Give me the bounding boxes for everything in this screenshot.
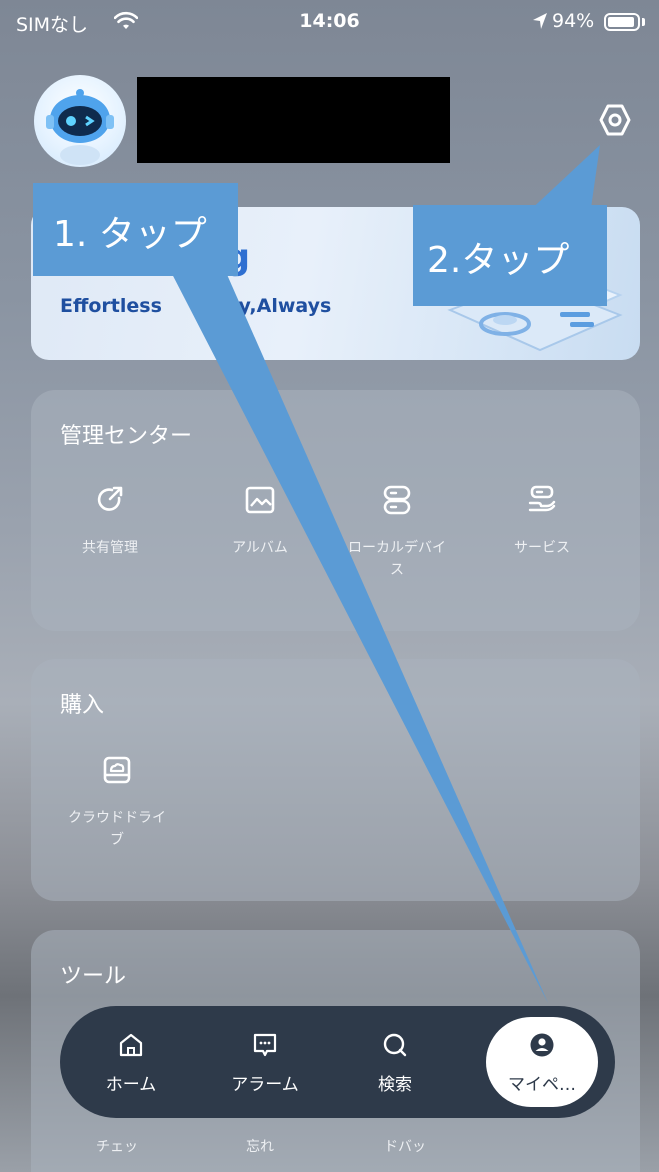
home-icon	[119, 1033, 143, 1057]
search-icon	[383, 1033, 407, 1057]
callout-step-1: 1. タップ	[33, 183, 238, 276]
grid-item-cloud-drive[interactable]: クラウドドライ ブ	[42, 755, 192, 851]
battery-icon	[604, 13, 640, 31]
message-icon	[253, 1033, 277, 1057]
grid-item-label: ローカルデバイ ス	[348, 540, 446, 578]
server-icon	[383, 485, 411, 515]
settings-button[interactable]	[590, 95, 640, 145]
battery-percent: 94%	[552, 10, 595, 32]
tab-my-page[interactable]: マイペ…	[481, 1006, 603, 1118]
management-center-title: 管理センター	[60, 424, 193, 449]
tools-item-label-partial[interactable]: 忘れ	[185, 1136, 335, 1156]
tools-item-label-partial[interactable]: チェッ	[42, 1136, 192, 1156]
cloud-drive-icon	[103, 756, 131, 784]
callout-step-1-text: 1. タップ	[53, 214, 207, 255]
purchase-title: 購入	[60, 693, 105, 718]
tab-label: マイペ…	[508, 1075, 576, 1095]
avatar[interactable]	[34, 75, 126, 167]
tools-item-label-partial[interactable]: ドバッ	[330, 1136, 480, 1156]
robot-avatar-icon	[46, 89, 114, 165]
banner-subtitle-right: urity,Always	[200, 295, 332, 317]
tab-label: アラーム	[231, 1075, 299, 1095]
grid-item-album[interactable]: アルバム	[185, 485, 335, 559]
tab-search[interactable]: 検索	[334, 1006, 456, 1118]
grid-item-label: 共有管理	[82, 540, 138, 556]
grid-item-label: クラウドドライ ブ	[68, 810, 166, 848]
grid-item-share-management[interactable]: 共有管理	[35, 485, 185, 559]
battery-cap	[642, 18, 645, 26]
grid-item-local-device[interactable]: ローカルデバイ ス	[322, 485, 472, 581]
location-arrow-icon	[533, 13, 547, 29]
service-hand-icon	[528, 485, 556, 512]
image-icon	[245, 486, 275, 514]
battery-level-fill	[608, 17, 634, 27]
banner-subtitle-left: Effortless	[60, 295, 162, 317]
tab-label: ホーム	[105, 1075, 157, 1095]
grid-item-label: サービス	[514, 540, 570, 556]
tab-alarm[interactable]: アラーム	[204, 1006, 326, 1118]
user-circle-icon	[530, 1033, 554, 1057]
callout-step-2-text: 2.タップ	[427, 240, 570, 281]
tab-home[interactable]: ホーム	[70, 1006, 192, 1118]
grid-item-service[interactable]: サービス	[467, 485, 617, 559]
share-refresh-icon	[97, 486, 123, 511]
grid-item-label: アルバム	[232, 540, 288, 556]
tab-label: 検索	[378, 1075, 412, 1095]
tools-title: ツール	[60, 964, 127, 989]
username-redacted	[137, 77, 450, 163]
callout-step-2: 2.タップ	[413, 205, 607, 306]
settings-hexagon-icon	[599, 104, 631, 136]
